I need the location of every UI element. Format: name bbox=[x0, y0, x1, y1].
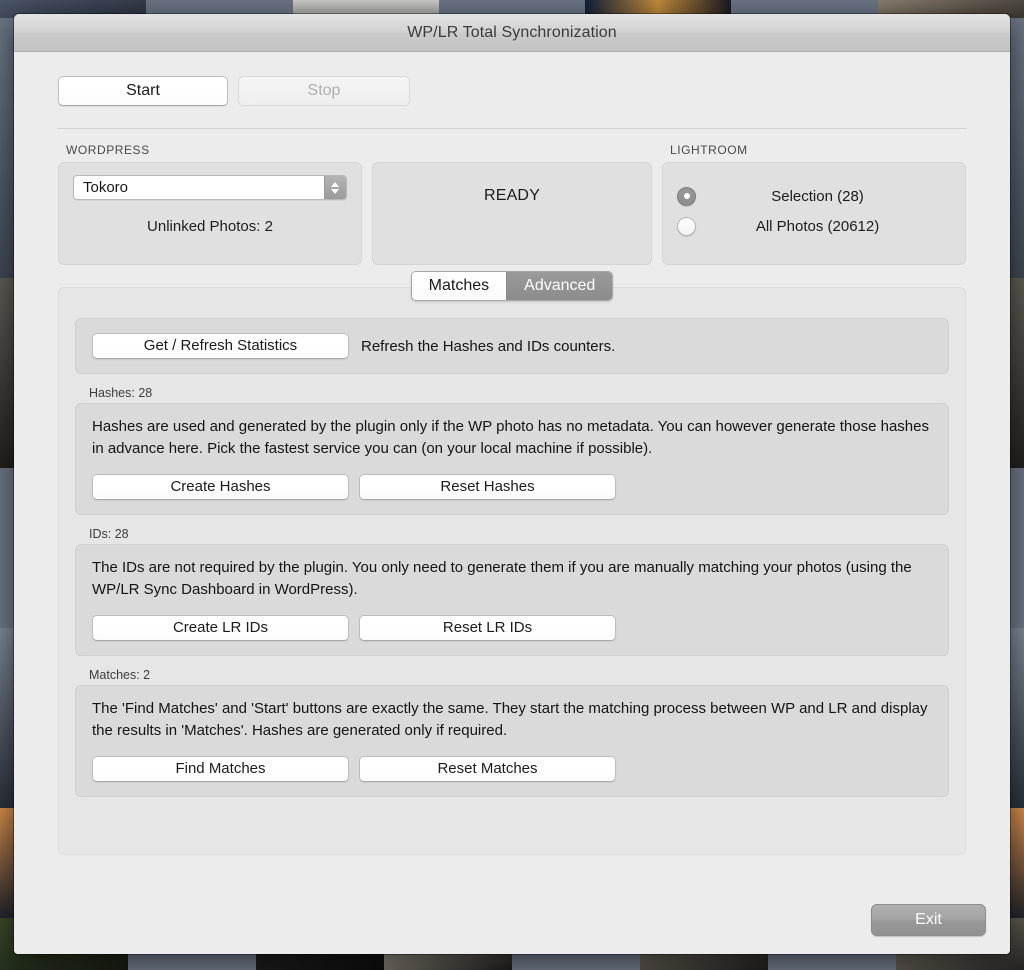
lightroom-group-label: LIGHTROOM bbox=[670, 143, 748, 157]
summary-panels: WORDPRESS Tokoro Unlinked Photos: 2 READ… bbox=[38, 143, 986, 265]
statistics-card: Get / Refresh Statistics Refresh the Has… bbox=[75, 318, 949, 374]
hashes-count-label: Hashes: 28 bbox=[89, 386, 153, 400]
dialog-body: Start Stop WORDPRESS Tokoro Unlinked Pho… bbox=[14, 52, 1010, 954]
reset-lr-ids-button[interactable]: Reset LR IDs bbox=[359, 615, 616, 641]
ids-card: The IDs are not required by the plugin. … bbox=[75, 544, 949, 656]
ids-count-label: IDs: 28 bbox=[89, 527, 129, 541]
statistics-hint: Refresh the Hashes and IDs counters. bbox=[361, 337, 616, 355]
dialog-titlebar[interactable]: WP/LR Total Synchronization bbox=[14, 14, 1010, 52]
tab-matches[interactable]: Matches bbox=[411, 272, 507, 300]
radio-selected-icon[interactable] bbox=[677, 186, 697, 206]
wordpress-group-label: WORDPRESS bbox=[66, 143, 150, 157]
matches-card: The 'Find Matches' and 'Start' buttons a… bbox=[75, 685, 949, 797]
page-title: WP/LR Total Synchronization bbox=[407, 23, 617, 41]
stop-button[interactable]: Stop bbox=[238, 76, 410, 106]
hashes-card: Hashes are used and generated by the plu… bbox=[75, 403, 949, 515]
lightroom-option-all-photos[interactable]: All Photos (20612) bbox=[663, 211, 965, 241]
tab-section: Matches Advanced Get / Refresh Statistic… bbox=[38, 271, 986, 855]
start-button[interactable]: Start bbox=[58, 76, 228, 106]
exit-button[interactable]: Exit bbox=[871, 904, 986, 936]
wordpress-panel: Tokoro Unlinked Photos: 2 bbox=[58, 162, 362, 265]
matches-description: The 'Find Matches' and 'Start' buttons a… bbox=[92, 700, 928, 739]
sync-dialog: WP/LR Total Synchronization Start Stop W… bbox=[14, 14, 1010, 954]
reset-matches-button[interactable]: Reset Matches bbox=[359, 756, 616, 782]
toolbar-separator bbox=[58, 128, 966, 129]
ids-section: IDs: 28 The IDs are not required by the … bbox=[75, 527, 949, 656]
hashes-description: Hashes are used and generated by the plu… bbox=[92, 418, 929, 457]
matches-count-label: Matches: 2 bbox=[89, 668, 151, 682]
get-refresh-statistics-button[interactable]: Get / Refresh Statistics bbox=[92, 333, 349, 359]
lightroom-panel: Selection (28) All Photos (20612) bbox=[662, 162, 966, 265]
lightroom-option-selection[interactable]: Selection (28) bbox=[663, 181, 965, 211]
find-matches-button[interactable]: Find Matches bbox=[92, 756, 349, 782]
action-button-row: Start Stop bbox=[38, 52, 986, 106]
wordpress-collection-select[interactable]: Tokoro bbox=[73, 175, 347, 200]
lightroom-group: LIGHTROOM Selection (28) All Photos (206… bbox=[662, 143, 966, 265]
create-lr-ids-button[interactable]: Create LR IDs bbox=[92, 615, 349, 641]
tab-advanced[interactable]: Advanced bbox=[506, 272, 613, 300]
advanced-tab-panel: Get / Refresh Statistics Refresh the Has… bbox=[58, 287, 966, 855]
status-group-label bbox=[380, 143, 652, 158]
status-panel: READY bbox=[371, 162, 653, 265]
reset-hashes-button[interactable]: Reset Hashes bbox=[359, 474, 616, 500]
statistics-section: Get / Refresh Statistics Refresh the Has… bbox=[75, 318, 949, 374]
status-group: READY bbox=[371, 143, 653, 265]
dialog-footer: Exit bbox=[871, 904, 986, 936]
lightroom-option-selection-label: Selection (28) bbox=[771, 187, 864, 205]
radio-unselected-icon[interactable] bbox=[677, 216, 697, 236]
hashes-section: Hashes: 28 Hashes are used and generated… bbox=[75, 386, 949, 515]
wordpress-group: WORDPRESS Tokoro Unlinked Photos: 2 bbox=[58, 143, 362, 265]
create-hashes-button[interactable]: Create Hashes bbox=[92, 474, 349, 500]
unlinked-photos-count: Unlinked Photos: 2 bbox=[147, 218, 273, 235]
matches-section: Matches: 2 The 'Find Matches' and 'Start… bbox=[75, 668, 949, 797]
tabbar: Matches Advanced bbox=[38, 271, 986, 301]
up-down-chevron-icon[interactable] bbox=[323, 176, 346, 199]
wordpress-collection-value: Tokoro bbox=[83, 179, 129, 196]
ids-description: The IDs are not required by the plugin. … bbox=[92, 559, 912, 598]
status-badge: READY bbox=[483, 187, 541, 204]
lightroom-option-all-photos-label: All Photos (20612) bbox=[755, 217, 880, 235]
